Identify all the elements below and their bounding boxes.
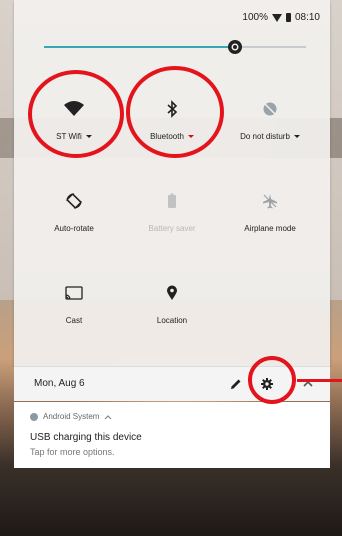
notification-card[interactable]: Android System USB charging this device … bbox=[14, 402, 330, 468]
tile-airplane-mode[interactable]: Airplane mode bbox=[222, 180, 318, 250]
chevron-up-icon[interactable] bbox=[104, 414, 112, 420]
edit-icon[interactable] bbox=[230, 377, 242, 395]
brightness-icon bbox=[228, 40, 243, 54]
annotation-circle-settings bbox=[248, 356, 296, 404]
airplane-icon bbox=[259, 190, 281, 212]
tile-auto-rotate[interactable]: Auto-rotate bbox=[26, 180, 122, 250]
auto-rotate-icon bbox=[63, 190, 85, 212]
battery-status-icon bbox=[285, 13, 291, 22]
notification-app-name: Android System bbox=[43, 412, 100, 421]
wifi-status-icon bbox=[271, 13, 282, 22]
status-bar: 100% 08:10 bbox=[242, 12, 320, 23]
tile-airplane-mode-label: Airplane mode bbox=[244, 224, 296, 233]
tile-battery-saver-label: Battery saver bbox=[148, 224, 196, 233]
do-not-disturb-icon bbox=[259, 98, 281, 120]
tile-cast[interactable]: Cast bbox=[26, 272, 122, 342]
date-label: Mon, Aug 6 bbox=[34, 378, 85, 389]
annotation-arrow bbox=[297, 379, 342, 382]
clock: 08:10 bbox=[294, 12, 320, 23]
tile-battery-saver[interactable]: Battery saver bbox=[124, 180, 220, 250]
tile-do-not-disturb[interactable]: Do not disturb bbox=[222, 88, 318, 158]
brightness-thumb[interactable] bbox=[226, 38, 244, 56]
location-icon bbox=[161, 282, 183, 304]
brightness-slider[interactable] bbox=[44, 40, 306, 54]
quick-settings-panel: 100% 08:10 ST Wifi Bluetooth Do not dist… bbox=[14, 0, 330, 366]
android-screen: 100% 08:10 ST Wifi Bluetooth Do not dist… bbox=[0, 0, 342, 536]
tile-location-label: Location bbox=[156, 316, 188, 325]
tile-location[interactable]: Location bbox=[124, 272, 220, 342]
notification-title: USB charging this device bbox=[30, 432, 142, 443]
battery-percent: 100% bbox=[242, 12, 268, 23]
annotation-circle-bluetooth bbox=[126, 66, 224, 158]
android-system-icon bbox=[30, 412, 38, 421]
tile-cast-label: Cast bbox=[65, 316, 83, 325]
notification-body: Tap for more options. bbox=[30, 447, 115, 457]
chevron-down-icon[interactable] bbox=[293, 135, 300, 138]
cast-icon bbox=[63, 282, 85, 304]
tile-auto-rotate-label: Auto-rotate bbox=[54, 224, 94, 233]
brightness-fill bbox=[44, 46, 236, 48]
tile-do-not-disturb-label: Do not disturb bbox=[240, 132, 290, 141]
battery-saver-icon bbox=[161, 190, 183, 212]
annotation-circle-wifi bbox=[28, 70, 124, 158]
